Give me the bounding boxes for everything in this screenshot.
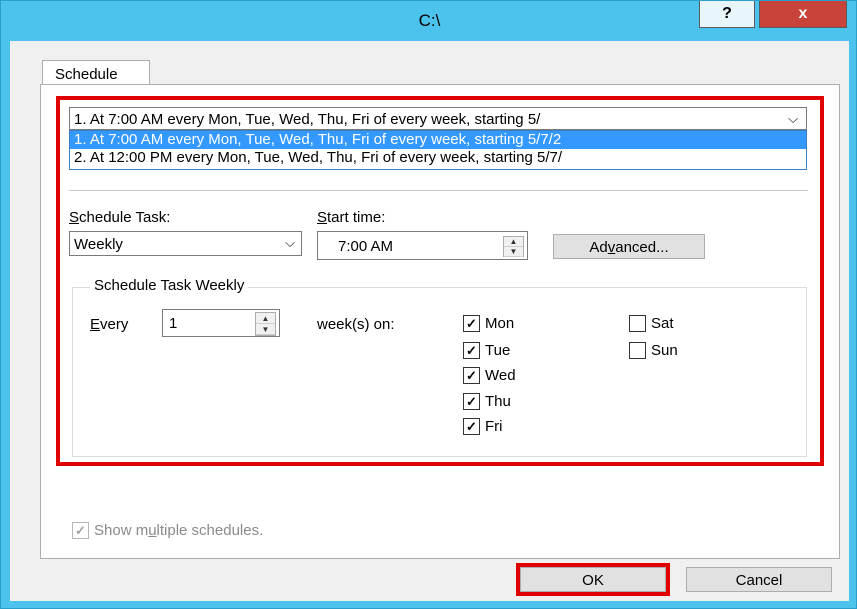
checkbox-mon[interactable]: ✓ Mon bbox=[463, 315, 514, 332]
spin-up-icon[interactable]: ▲ bbox=[256, 313, 275, 324]
schedule-task-value: Weekly bbox=[74, 236, 123, 253]
spin-down-icon[interactable]: ▼ bbox=[504, 247, 523, 257]
checkbox-thu[interactable]: ✓ Thu bbox=[463, 393, 511, 410]
check-icon[interactable]: ✓ bbox=[463, 367, 480, 384]
advanced-button[interactable]: Advanced... bbox=[553, 234, 705, 259]
every-weeks-value: 1 bbox=[169, 315, 178, 332]
check-icon[interactable]: ✓ bbox=[463, 393, 480, 410]
chevron-down-icon[interactable]: ⌵ bbox=[780, 108, 806, 129]
dialog-window: C:\ ? x Schedule 1. At 7:00 AM every Mon… bbox=[0, 0, 857, 609]
close-icon: x bbox=[798, 5, 808, 22]
schedule-task-label: Schedule Task: bbox=[69, 209, 171, 226]
checkbox-wed[interactable]: ✓ Wed bbox=[463, 367, 516, 384]
schedule-list-combo[interactable]: 1. At 7:00 AM every Mon, Tue, Wed, Thu, … bbox=[69, 107, 807, 130]
ok-button[interactable]: OK bbox=[520, 567, 666, 592]
checkbox-fri[interactable]: ✓ Fri bbox=[463, 418, 503, 435]
check-icon[interactable]: ✓ bbox=[463, 315, 480, 332]
close-button[interactable]: x bbox=[759, 1, 847, 28]
cancel-button[interactable]: Cancel bbox=[686, 567, 832, 592]
tab-schedule[interactable]: Schedule bbox=[42, 60, 150, 84]
check-icon[interactable] bbox=[629, 342, 646, 359]
every-label: Every bbox=[90, 316, 129, 333]
check-icon[interactable]: ✓ bbox=[72, 522, 89, 539]
check-icon[interactable]: ✓ bbox=[463, 418, 480, 435]
help-icon: ? bbox=[722, 5, 732, 22]
checkbox-sat[interactable]: Sat bbox=[629, 315, 674, 332]
every-weeks-spinner[interactable]: ▲ ▼ bbox=[255, 312, 276, 336]
title-bar[interactable]: C:\ ? x bbox=[1, 1, 857, 41]
show-multiple-schedules-checkbox[interactable]: ✓ Show multiple schedules. bbox=[72, 522, 263, 539]
schedule-combo-value: 1. At 7:00 AM every Mon, Tue, Wed, Thu, … bbox=[74, 111, 541, 128]
check-icon[interactable] bbox=[629, 315, 646, 332]
chevron-down-icon: ⌵ bbox=[285, 235, 295, 250]
every-weeks-input[interactable]: 1 ▲ ▼ bbox=[162, 309, 280, 337]
spin-up-icon[interactable]: ▲ bbox=[504, 237, 523, 247]
start-time-label: Start time: bbox=[317, 209, 386, 226]
help-button[interactable]: ? bbox=[699, 1, 755, 28]
dialog-client-area: Schedule 1. At 7:00 AM every Mon, Tue, W… bbox=[10, 41, 849, 601]
divider bbox=[69, 190, 808, 191]
schedule-dropdown-list[interactable]: 1. At 7:00 AM every Mon, Tue, Wed, Thu, … bbox=[69, 130, 807, 170]
start-time-spinner[interactable]: ▲ ▼ bbox=[503, 236, 524, 257]
checkbox-sun[interactable]: Sun bbox=[629, 342, 678, 359]
check-icon[interactable]: ✓ bbox=[463, 342, 480, 359]
schedule-task-select[interactable]: Weekly ⌵ bbox=[69, 231, 302, 256]
start-time-value: 7:00 AM bbox=[338, 238, 394, 255]
weekly-group-title: Schedule Task Weekly bbox=[90, 277, 249, 294]
weeks-on-label: week(s) on: bbox=[317, 316, 395, 333]
checkbox-tue[interactable]: ✓ Tue bbox=[463, 342, 510, 359]
schedule-option-1[interactable]: 1. At 7:00 AM every Mon, Tue, Wed, Thu, … bbox=[70, 131, 806, 149]
schedule-option-2[interactable]: 2. At 12:00 PM every Mon, Tue, Wed, Thu,… bbox=[70, 149, 806, 167]
spin-down-icon[interactable]: ▼ bbox=[256, 324, 275, 335]
show-multiple-label: Show multiple schedules. bbox=[94, 522, 264, 539]
start-time-input[interactable]: 7:00 AM ▲ ▼ bbox=[317, 231, 528, 260]
